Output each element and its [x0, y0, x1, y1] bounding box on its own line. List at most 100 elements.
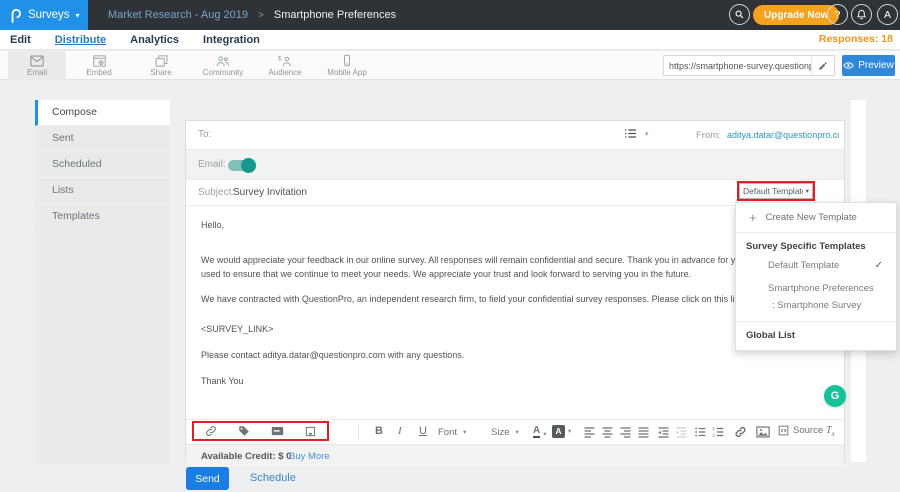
outdent-icon[interactable]: [657, 426, 670, 438]
search-icon: [734, 9, 745, 20]
nav-item-integration[interactable]: Integration: [203, 34, 260, 46]
insert-image-icon[interactable]: [756, 426, 770, 438]
sidebar-item-sent[interactable]: Sent: [35, 126, 170, 152]
menu-item-create-new-template[interactable]: + Create New Template: [736, 203, 896, 233]
available-credit-label: Available Credit: $ 0: [201, 451, 291, 462]
audience-icon: $: [278, 55, 292, 67]
annotation-box-merge-buttons: [192, 421, 329, 441]
sidebar-item-templates[interactable]: Templates: [35, 204, 170, 230]
eye-icon: [843, 61, 854, 70]
toolbar-divider: [358, 424, 359, 439]
italic-button[interactable]: I: [398, 425, 402, 438]
check-icon: ✓: [875, 260, 883, 271]
text-color-label: A: [533, 425, 540, 438]
select-list-button[interactable]: ▾: [624, 128, 649, 139]
align-justify-icon[interactable]: [637, 426, 650, 438]
svg-text:$: $: [278, 55, 282, 62]
size-dropdown-label: Size: [491, 426, 509, 439]
edit-url-button[interactable]: [811, 56, 834, 75]
schedule-link[interactable]: Schedule: [250, 472, 296, 484]
email-field-icon[interactable]: [271, 426, 284, 436]
size-dropdown[interactable]: Size ▾: [491, 426, 519, 439]
menu-item-smartphone-preferences[interactable]: Smartphone Preferences : Smartphone Surv…: [736, 277, 896, 317]
channel-tab-label: Embed: [86, 68, 111, 77]
channel-tab-label: Email: [27, 68, 47, 77]
chevron-down-icon: ▾: [515, 426, 518, 439]
search-button[interactable]: [729, 4, 750, 25]
toggle-knob: [241, 158, 256, 173]
subject-input[interactable]: Survey Invitation: [233, 187, 307, 198]
mobile-app-icon: [341, 54, 353, 67]
nav-item-edit[interactable]: Edit: [10, 34, 31, 46]
channel-tab-email[interactable]: Email: [8, 51, 66, 80]
annotation-box-template-selector: Default Template ▾: [737, 181, 815, 201]
chevron-down-icon: ▾: [76, 11, 80, 20]
preview-button[interactable]: Preview: [842, 55, 895, 76]
bold-button[interactable]: B: [375, 425, 383, 438]
questionpro-logo-icon: [9, 8, 22, 23]
underline-button[interactable]: U: [419, 425, 427, 438]
nav-item-distribute[interactable]: Distribute: [55, 34, 106, 46]
source-label: Source: [793, 425, 823, 436]
menu-item-line2: : Smartphone Survey: [768, 300, 882, 311]
preview-label: Preview: [858, 60, 894, 71]
align-left-icon[interactable]: [583, 426, 596, 438]
sidebar-item-lists[interactable]: Lists: [35, 178, 170, 204]
bulleted-list-icon[interactable]: [694, 426, 707, 438]
sidebar-item-compose[interactable]: Compose: [35, 100, 170, 126]
survey-nav: Edit Distribute Analytics Integration Re…: [0, 30, 900, 50]
font-dropdown-label: Font: [438, 426, 457, 439]
menu-item-line1: Smartphone Preferences: [768, 283, 882, 294]
survey-url-box: https://smartphone-survey.questionpro: [663, 55, 835, 76]
nav-item-analytics[interactable]: Analytics: [130, 34, 179, 46]
indent-icon[interactable]: [675, 426, 688, 438]
sidebar-item-scheduled[interactable]: Scheduled: [35, 152, 170, 178]
background-color-button[interactable]: A ▾: [552, 425, 571, 438]
buy-more-link[interactable]: Buy More: [289, 451, 330, 462]
channel-tab-share[interactable]: Share: [132, 51, 190, 80]
merge-tag-icon[interactable]: [238, 425, 250, 437]
text-color-button[interactable]: A ▾: [533, 425, 547, 441]
embed-survey-icon[interactable]: [305, 426, 316, 437]
avatar[interactable]: A: [877, 4, 898, 25]
breadcrumb-folder[interactable]: Market Research - Aug 2019: [108, 9, 248, 21]
to-label: To:: [198, 129, 211, 140]
chevron-down-icon: ▾: [463, 426, 466, 439]
notifications-button[interactable]: [851, 4, 872, 25]
remove-format-button[interactable]: Tx: [826, 425, 835, 438]
channel-tab-audience[interactable]: $ Audience: [256, 51, 314, 80]
source-code-icon: [778, 425, 789, 436]
distribute-channel-bar: Email Embed Share Community $ Audience: [0, 51, 900, 80]
channel-tab-label: Audience: [268, 68, 301, 77]
breadcrumb-separator: >: [258, 10, 264, 21]
email-toggle[interactable]: [228, 160, 254, 171]
font-dropdown[interactable]: Font ▾: [438, 426, 466, 439]
help-button[interactable]: ?: [827, 4, 848, 25]
channel-tab-label: Share: [150, 68, 171, 77]
align-center-icon[interactable]: [601, 426, 614, 438]
community-icon: [216, 55, 230, 67]
from-email-value[interactable]: aditya.datar@questionpro.co...: [727, 130, 839, 140]
menu-item-default-template[interactable]: Default Template ✓: [736, 254, 896, 277]
product-menu-surveys[interactable]: Surveys ▾: [0, 0, 88, 30]
source-button[interactable]: Source: [778, 425, 823, 436]
credit-row: Available Credit: $ 0 Buy More: [186, 444, 844, 467]
to-field-row: To: ▾ From: aditya.datar@questionpro.co.…: [186, 121, 844, 150]
channel-tab-mobile-app[interactable]: Mobile App: [318, 51, 376, 80]
channel-tab-embed[interactable]: Embed: [70, 51, 128, 80]
create-template-label: Create New Template: [766, 212, 857, 223]
align-right-icon[interactable]: [619, 426, 632, 438]
product-menu-label: Surveys: [28, 9, 70, 21]
link-icon[interactable]: [734, 426, 747, 438]
numbered-list-icon[interactable]: 12: [712, 426, 725, 438]
channel-tab-community[interactable]: Community: [194, 51, 252, 80]
email-toggle-label: Email:: [198, 159, 226, 170]
send-button[interactable]: Send: [186, 467, 229, 490]
contact-list-icon: [624, 128, 637, 139]
menu-section-global-list[interactable]: Global List: [736, 322, 896, 350]
insert-link-icon[interactable]: [205, 425, 217, 437]
template-selector-dropdown[interactable]: Default Template ▾: [739, 183, 813, 199]
subject-label: Subject:: [198, 187, 234, 198]
chevron-down-icon: ▾: [568, 425, 571, 438]
grammarly-badge[interactable]: G: [824, 385, 846, 407]
